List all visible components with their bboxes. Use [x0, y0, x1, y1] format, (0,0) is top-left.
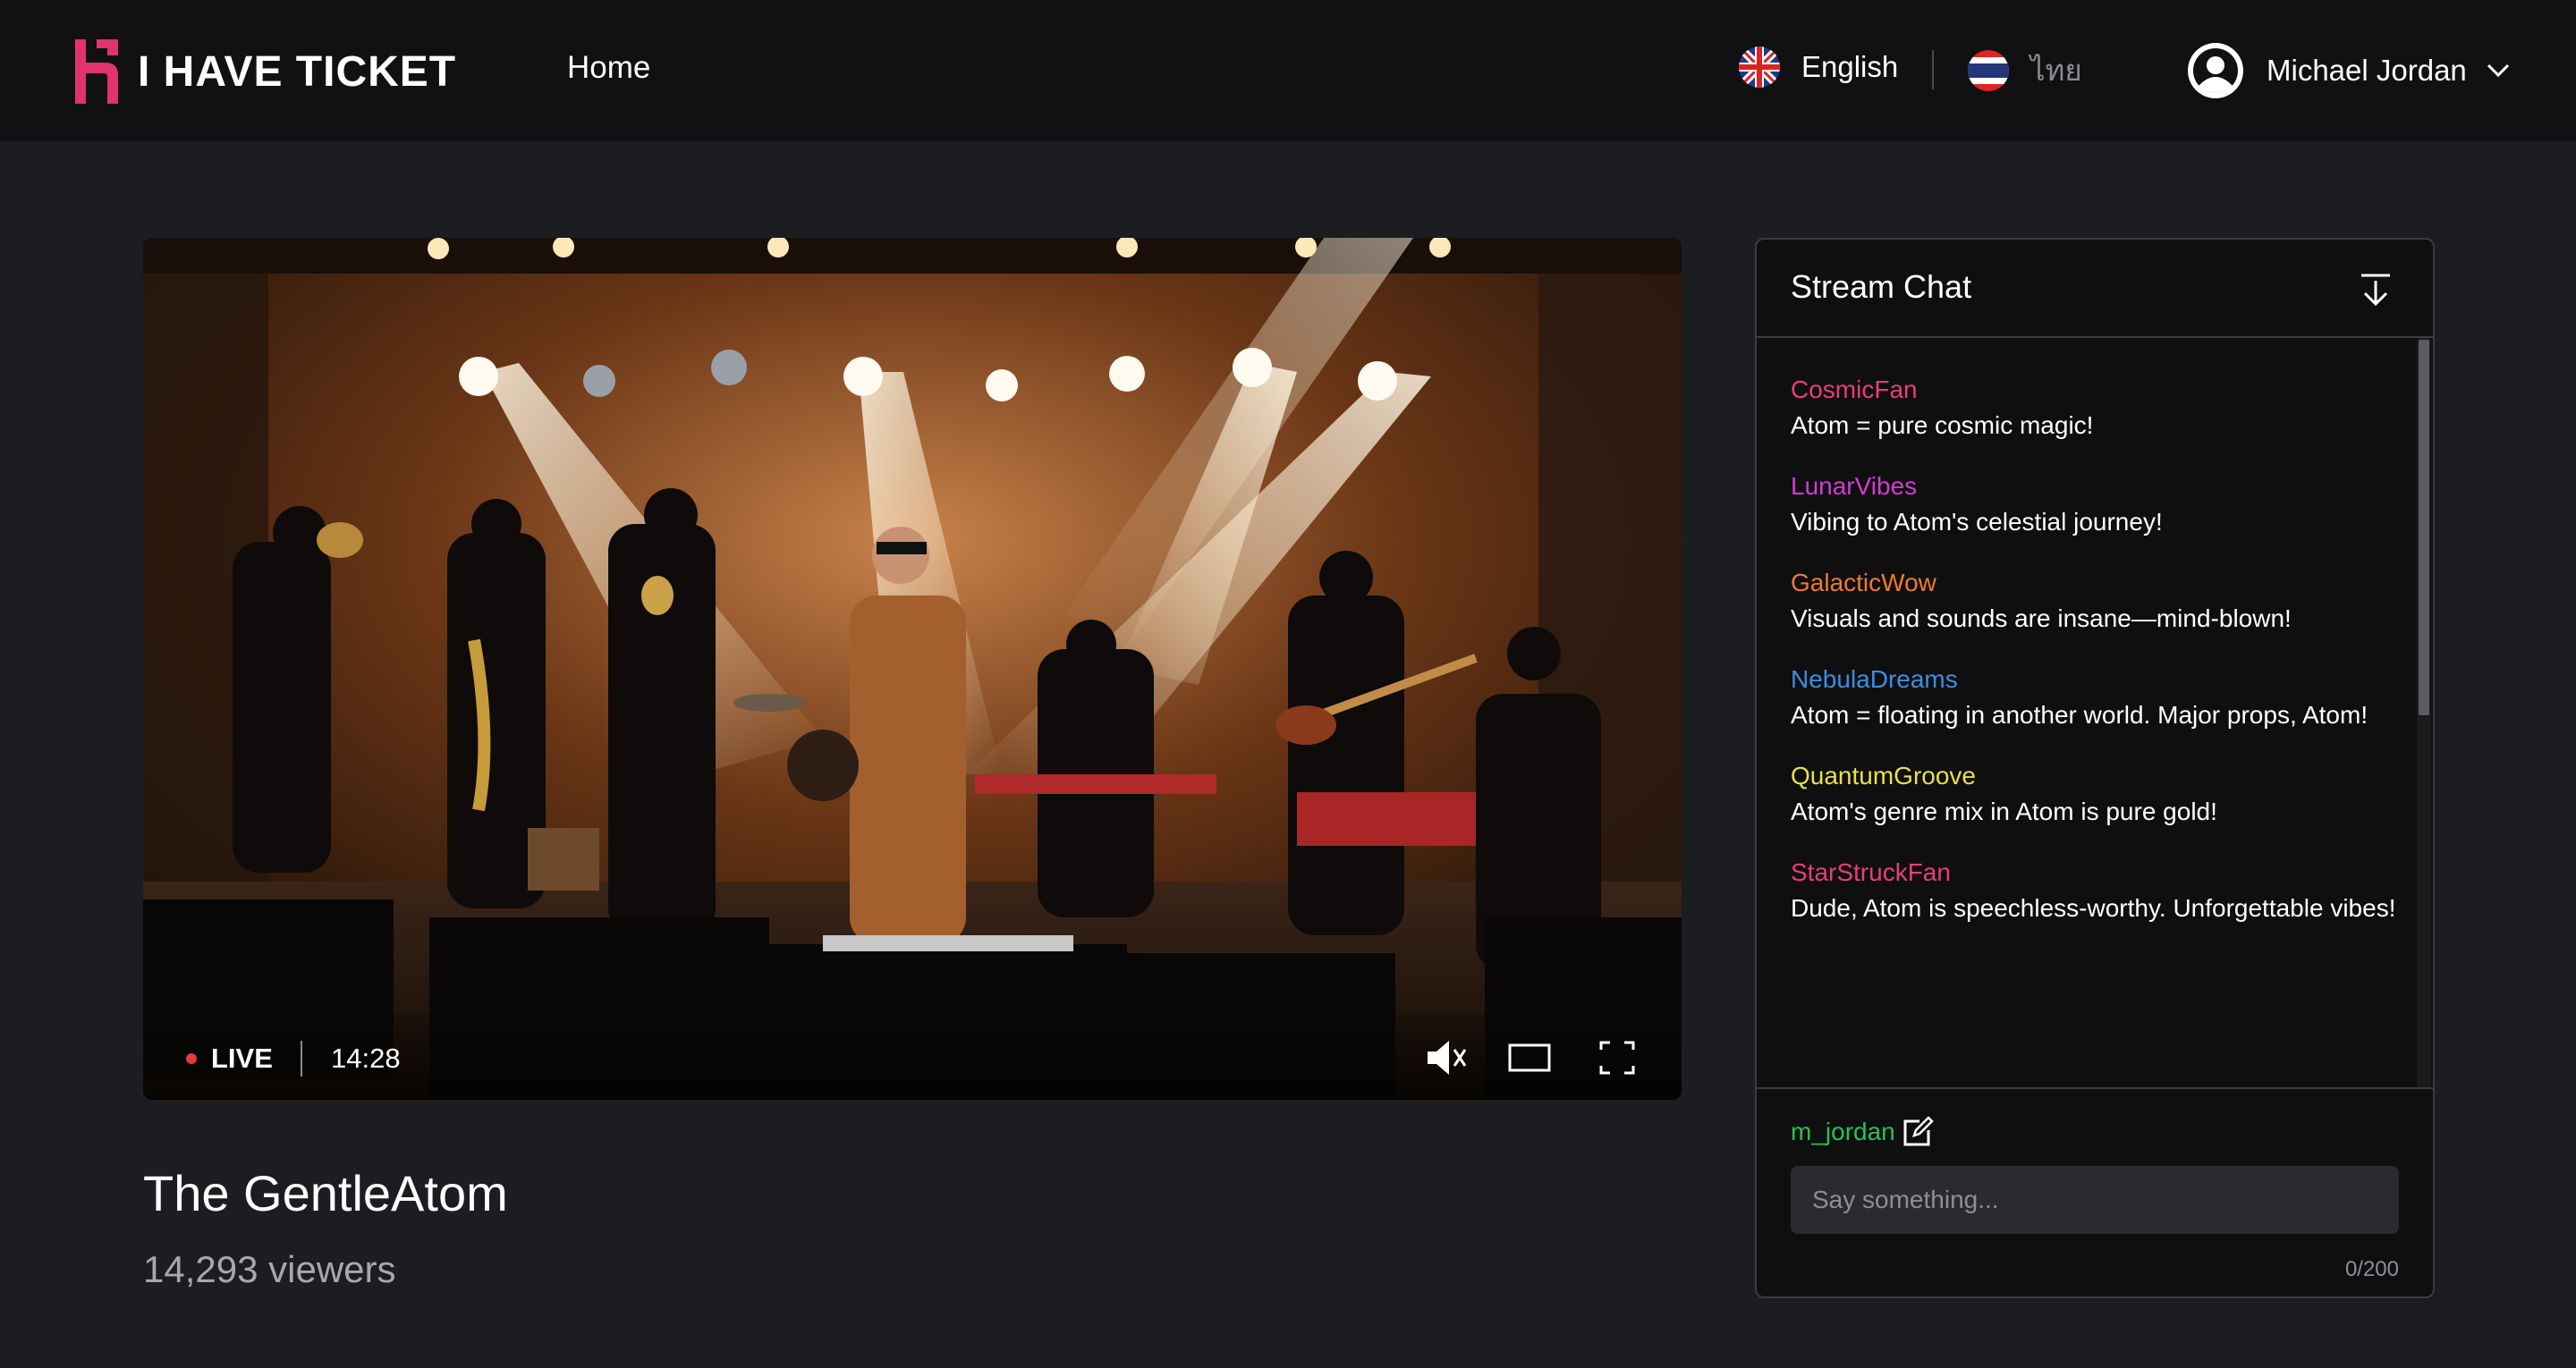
controls-divider: [301, 1041, 302, 1077]
brand-name: I HAVE TICKET: [138, 47, 457, 96]
chat-message-input[interactable]: [1791, 1166, 2399, 1234]
chat-text: Atom's genre mix in Atom is pure gold!: [1791, 798, 2217, 825]
language-english-label: English: [1801, 50, 1899, 83]
chat-username[interactable]: LunarVibes: [1791, 472, 2163, 501]
current-chat-username: m_jordan: [1791, 1118, 1895, 1145]
chat-title: Stream Chat: [1791, 268, 1972, 305]
chat-username[interactable]: NebulaDreams: [1791, 665, 2368, 694]
char-counter: 0/200: [2344, 1257, 2399, 1281]
chat-header: Stream Chat: [1757, 240, 2433, 338]
volume-muted-icon[interactable]: [1424, 1037, 1467, 1078]
fullscreen-icon[interactable]: [1596, 1037, 1639, 1078]
language-thai-label: ไทย: [2030, 54, 2082, 87]
chat-message: QuantumGroove Atom's genre mix in Atom i…: [1791, 762, 2217, 826]
user-name: Michael Jordan: [2267, 54, 2467, 87]
chat-text: Dude, Atom is speechless-worthy. Unforge…: [1791, 894, 2396, 922]
chat-username[interactable]: StarStruckFan: [1791, 858, 2395, 887]
chat-username[interactable]: CosmicFan: [1791, 376, 2093, 404]
chat-message: LunarVibes Vibing to Atom's celestial jo…: [1791, 472, 2163, 536]
viewer-count: 14,293 viewers: [143, 1248, 396, 1290]
video-player[interactable]: LIVE 14:28: [143, 238, 1682, 1100]
chat-message: NebulaDreams Atom = floating in another …: [1791, 665, 2368, 730]
chat-text: Vibing to Atom's celestial journey!: [1791, 508, 2163, 536]
chat-username[interactable]: GalacticWow: [1791, 569, 2292, 597]
live-badge: LIVE: [211, 1043, 273, 1074]
top-header: I HAVE TICKET Home English ไทย Michael J…: [0, 0, 2576, 141]
stream-title: The GentleAtom: [143, 1165, 508, 1221]
uk-flag-icon: [1739, 46, 1780, 88]
chat-message: CosmicFan Atom = pure cosmic magic!: [1791, 376, 2093, 440]
chat-username[interactable]: QuantumGroove: [1791, 762, 2217, 790]
player-controls: LIVE 14:28: [143, 1014, 1682, 1100]
chat-text: Atom = pure cosmic magic!: [1791, 411, 2094, 439]
language-divider: [1932, 50, 1934, 89]
elapsed-time: 14:28: [331, 1043, 401, 1074]
brand-logo[interactable]: I HAVE TICKET: [70, 36, 456, 107]
live-indicator-dot: [186, 1053, 197, 1064]
language-english[interactable]: English: [1739, 46, 1898, 88]
edit-username-icon[interactable]: [1902, 1116, 1934, 1148]
brand-logo-icon: [75, 39, 118, 104]
stream-chat-panel: Stream Chat CosmicFan Atom = pure cosmic…: [1755, 238, 2435, 1298]
concert-stage-video-frame: [143, 238, 1682, 1100]
user-circle-icon: [2188, 43, 2243, 98]
chevron-down-icon: [2487, 63, 2509, 78]
arrow-down-to-line-icon[interactable]: [2358, 272, 2394, 308]
chat-scrollbar-thumb[interactable]: [2419, 340, 2429, 715]
chat-text: Visuals and sounds are insane—mind-blown…: [1791, 604, 2292, 632]
theater-mode-icon[interactable]: [1508, 1037, 1551, 1078]
chat-composer: m_jordan 0/200: [1757, 1087, 2433, 1296]
chat-text: Atom = floating in another world. Major …: [1791, 701, 2368, 729]
chat-message: GalacticWow Visuals and sounds are insan…: [1791, 569, 2292, 633]
user-menu[interactable]: Michael Jordan: [2186, 41, 2510, 100]
thailand-flag-icon: [1968, 49, 2009, 91]
chat-message: StarStruckFan Dude, Atom is speechless-w…: [1791, 858, 2395, 923]
nav-home-link[interactable]: Home: [567, 50, 650, 86]
language-thai[interactable]: ไทย: [1968, 46, 2082, 94]
